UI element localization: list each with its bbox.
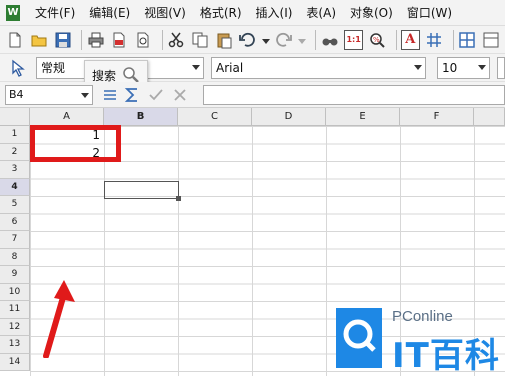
cell-style-value: 常规 [41,61,66,75]
column-header-e[interactable]: E [326,108,400,126]
selected-cell-b4[interactable] [104,181,181,201]
row-header-14[interactable]: 14 [0,353,30,371]
row-header-10[interactable]: 10 [0,283,30,301]
font-name-select[interactable]: Arial [211,57,426,79]
toolbar-separator [395,29,397,50]
toolbar-separator [81,29,83,50]
select-all-corner[interactable] [0,108,30,126]
annotation-arrow [43,280,75,358]
select-pointer-icon[interactable] [8,58,28,78]
row-header-6[interactable]: 6 [0,213,30,231]
standard-toolbar: 1:1 % A [0,26,505,54]
menu-insert[interactable]: 插入(I) [249,0,300,26]
row-header-4[interactable]: 4 [0,178,30,196]
paste-icon[interactable] [214,30,233,50]
row-header-7[interactable]: 7 [0,231,30,249]
row-header-3[interactable]: 3 [0,161,30,179]
print-icon[interactable] [86,30,105,50]
column-header-a[interactable]: A [30,108,104,126]
watermark-big-text: IT百科 [392,336,500,376]
sum-icon[interactable] [122,85,142,105]
print-preview-icon[interactable] [134,30,153,50]
font-size-value: 10 [442,61,458,75]
column-header-d[interactable]: D [252,108,326,126]
svg-text:%: % [373,36,380,44]
formula-bar: B4 [0,82,505,108]
menu-view[interactable]: 视图(V) [137,0,193,26]
cell-reference: B4 [9,88,24,101]
column-header-c[interactable]: C [178,108,252,126]
font-size-select[interactable]: 10 [437,57,490,79]
chevron-down-icon [478,65,486,70]
table-icon[interactable] [457,30,476,50]
new-doc-icon[interactable] [6,30,25,50]
cut-icon[interactable] [167,30,186,50]
row-header-11[interactable]: 11 [0,301,30,319]
menu-edit[interactable]: 编辑(E) [82,0,137,26]
text-box-icon[interactable]: A [400,29,420,50]
menu-bar: W 文件(F) 编辑(E) 视图(V) 格式(R) 插入(I) 表(A) 对象(… [0,0,505,26]
menu-format[interactable]: 格式(R) [193,0,249,26]
zoom-100-icon[interactable]: 1:1 [344,29,364,50]
font-name-value: Arial [216,61,244,75]
column-header-partial[interactable] [474,108,505,126]
format-toolbar: 常规 Arial 10 [0,54,505,82]
formula-input[interactable] [203,85,505,105]
watermark-small-text: PConline [392,308,453,325]
row-header-9[interactable]: 9 [0,266,30,284]
toolbar-separator [161,29,163,50]
pdf-icon[interactable] [110,30,129,50]
toolbar-separator [452,29,454,50]
row-header-5[interactable]: 5 [0,196,30,214]
menu-table[interactable]: 表(A) [299,0,343,26]
watermark: PConline IT百科 [336,302,505,376]
open-folder-icon[interactable] [30,30,49,50]
format-extra-control[interactable] [497,57,505,79]
row-header-13[interactable]: 13 [0,336,30,354]
menu-object[interactable]: 对象(O) [343,0,400,26]
column-header-b[interactable]: B [104,108,178,126]
redo-dropdown-icon[interactable] [298,30,307,50]
menu-window[interactable]: 窗口(W) [400,0,459,26]
table-insert-icon[interactable] [481,30,500,50]
grid-icon[interactable] [425,30,444,50]
menu-file[interactable]: 文件(F) [28,0,82,26]
highlight-box [30,125,121,162]
zoom-icon[interactable]: % [368,30,387,50]
name-box[interactable]: B4 [5,85,93,105]
row-header-1[interactable]: 1 [0,126,30,144]
app-logo-icon: W [6,4,20,21]
chevron-down-icon [414,65,422,70]
accept-icon[interactable] [146,85,166,105]
toolbar-separator [315,29,317,50]
chevron-down-icon [192,65,200,70]
chevron-down-icon [81,93,89,98]
redo-icon[interactable] [275,30,294,50]
pconline-logo [336,308,382,368]
undo-dropdown-icon[interactable] [261,30,270,50]
row-header-12[interactable]: 12 [0,318,30,336]
cancel-icon[interactable] [170,85,190,105]
row-header-8[interactable]: 8 [0,248,30,266]
find-icon[interactable] [320,30,339,50]
tooltip-label: 搜索 [92,68,117,83]
copy-icon[interactable] [190,30,209,50]
row-header-2[interactable]: 2 [0,143,30,161]
column-header-f[interactable]: F [400,108,474,126]
undo-icon[interactable] [238,30,257,50]
fill-handle[interactable] [176,196,181,201]
function-wizard-icon[interactable] [100,85,120,105]
save-icon[interactable] [54,30,73,50]
